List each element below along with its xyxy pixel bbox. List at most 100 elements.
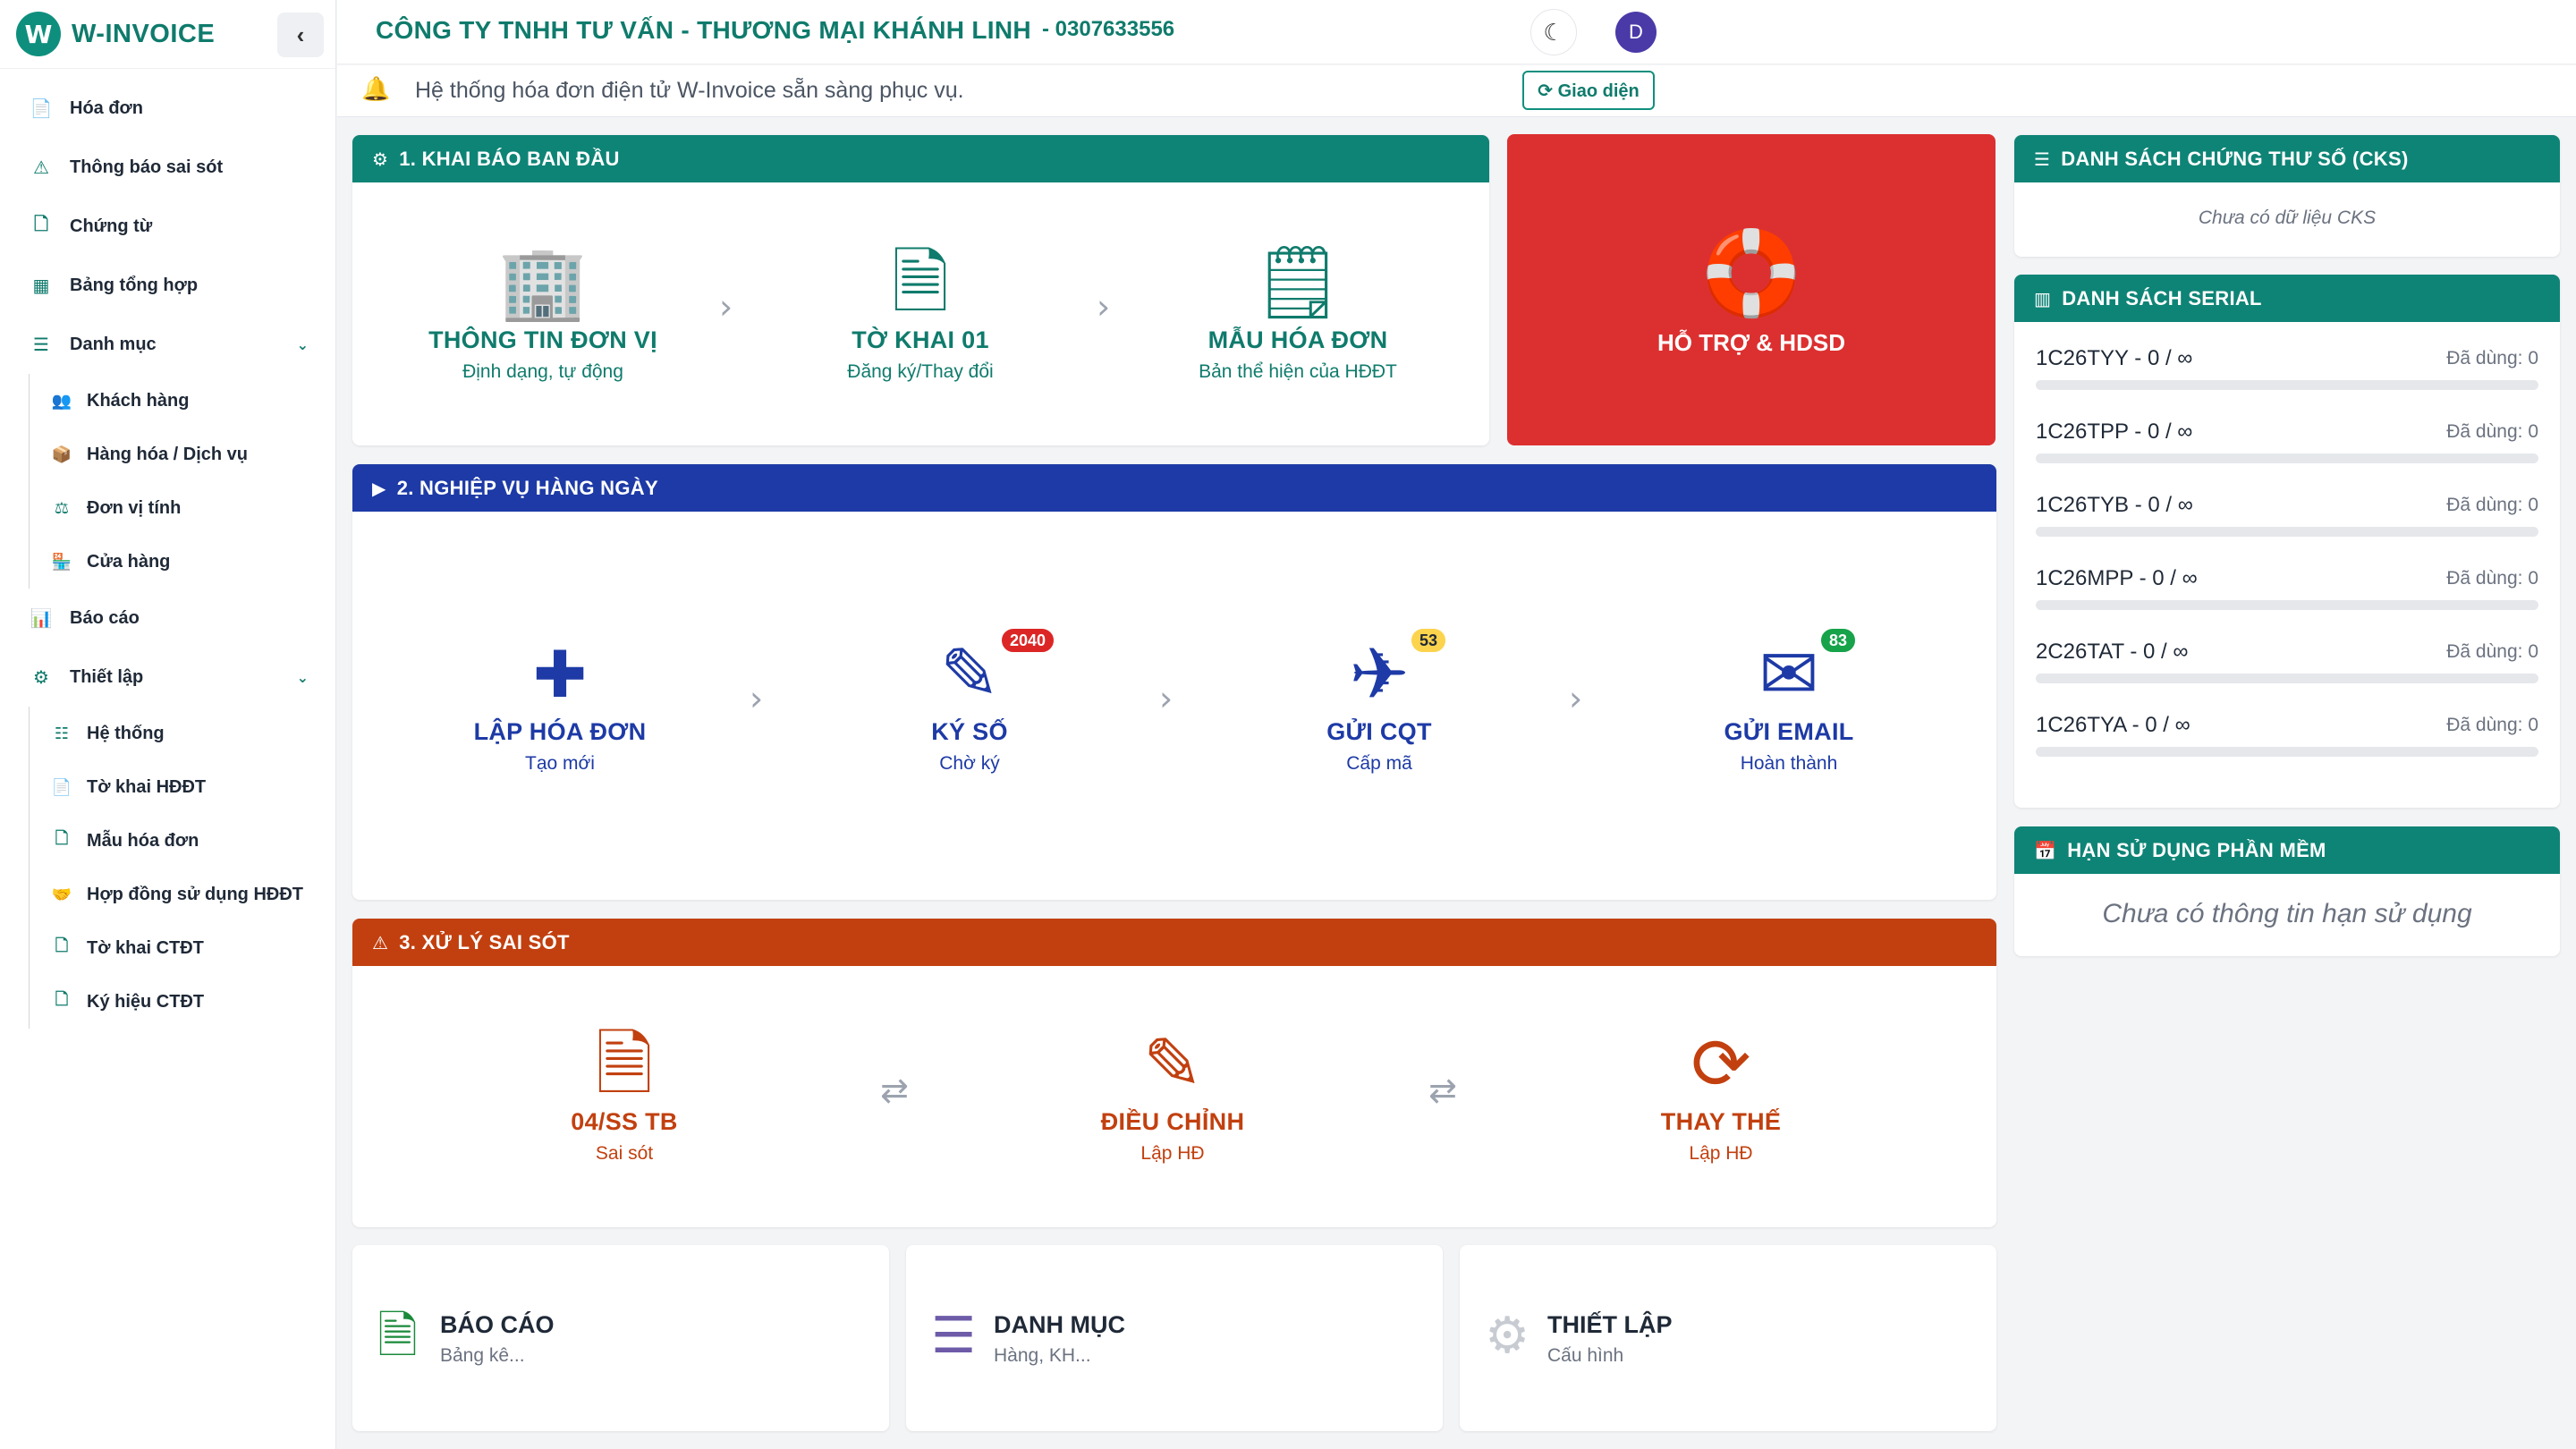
sidebar-item-label: Bảng tổng hợp xyxy=(70,275,199,295)
section-title: HẠN SỬ DỤNG PHẦN MỀM xyxy=(2067,838,2326,861)
step-subtitle: Lập HĐ xyxy=(1140,1143,1205,1164)
step-subtitle: Định dạng, tự động xyxy=(462,361,623,382)
quick-card-danh-muc[interactable]: ☰ DANH MỤC Hàng, KH... xyxy=(906,1245,1443,1431)
step-gui-cqt[interactable]: ✈ GỬI CQT Cấp mã 53 xyxy=(1245,627,1513,775)
step-title: MẪU HÓA ĐƠN xyxy=(1208,326,1388,353)
step-title: KÝ SỐ xyxy=(931,718,1008,745)
sidebar-item-label: Hợp đồng sử dụng HĐĐT xyxy=(87,884,303,904)
sidebar-item-to-khai-ctdt[interactable]: 🗋 Tờ khai CTĐT xyxy=(30,921,335,975)
notice-text: Hệ thống hóa đơn điện tử W-Invoice sẵn s… xyxy=(415,78,964,103)
sidebar-item-he-thong[interactable]: ☷ Hệ thống xyxy=(30,707,335,760)
file-icon: 🗋 xyxy=(55,936,69,955)
users-icon: 👥 xyxy=(51,391,72,411)
plus-square-icon: ✚ xyxy=(532,637,588,712)
life-ring-icon: 🛟 xyxy=(1699,225,1803,321)
company-name: CÔNG TY TNHH TƯ VẤN - THƯƠNG MẠI KHÁNH L… xyxy=(376,16,1031,44)
sent-cqt-badge: 53 xyxy=(1410,627,1448,654)
barcode-icon: ▥ xyxy=(2034,287,2052,309)
sidebar-item-bao-cao[interactable]: 📊 Báo cáo xyxy=(0,589,335,648)
sidebar-item-to-khai-hddt[interactable]: 📄 Tờ khai HĐĐT xyxy=(30,760,335,814)
step-title: THÔNG TIN ĐƠN VỊ xyxy=(428,326,657,353)
serial-used: Đã dùng: 0 xyxy=(2446,348,2538,369)
section-title: 2. NGHIỆP VỤ HÀNG NGÀY xyxy=(396,476,658,499)
cks-empty-text: Chưa có dữ liệu CKS xyxy=(2198,208,2377,228)
sidebar-collapse-button[interactable]: ‹ xyxy=(277,13,324,57)
serial-row: 1C26TYA - 0 / ∞ Đã dùng: 0 xyxy=(2036,713,2538,757)
step-mau-hoa-don[interactable]: 🗒 MẪU HÓA ĐƠN Bản thể hiện của HĐĐT xyxy=(1164,242,1432,383)
quick-subtitle: Hàng, KH... xyxy=(994,1345,1091,1366)
sidebar-item-ky-hieu-ctdt[interactable]: 🗋 Ký hiệu CTĐT xyxy=(30,975,335,1029)
step-title: GỬI EMAIL xyxy=(1724,718,1854,745)
step-subtitle: Hoàn thành xyxy=(1740,753,1838,774)
step-thay-the[interactable]: ⟳ THAY THẾ Lập HĐ xyxy=(1587,1024,1855,1165)
table-icon: ▦ xyxy=(32,275,50,296)
serial-used: Đã dùng: 0 xyxy=(2446,641,2538,662)
support-card[interactable]: 🛟 HỖ TRỢ & HDSD xyxy=(1507,134,1996,445)
sidebar: W W-INVOICE ‹ 📄 Hóa đơn ⚠ Thông báo sai só… xyxy=(0,0,336,1449)
sidebar-item-khach-hang[interactable]: 👥 Khách hàng xyxy=(30,374,335,428)
file-lines-icon: 🗎 xyxy=(891,241,950,324)
sidebar-item-chung-tu[interactable]: 🗋 Chứng từ xyxy=(0,197,335,256)
sidebar-item-thiet-lap[interactable]: ⚙ Thiết lập ⌄ xyxy=(0,648,335,707)
quick-title: DANH MỤC xyxy=(994,1311,1125,1338)
quick-card-thiet-lap[interactable]: ⚙ THIẾT LẬP Cấu hình xyxy=(1460,1245,1996,1431)
serial-row: 2C26TAT - 0 / ∞ Đã dùng: 0 xyxy=(2036,640,2538,683)
user-avatar[interactable]: D xyxy=(1615,12,1657,53)
sidebar-item-label: Đơn vị tính xyxy=(87,497,182,518)
sidebar-item-label: Thông báo sai sót xyxy=(70,157,224,177)
sidebar-item-label: Mẫu hóa đơn xyxy=(87,830,199,851)
step-04-ss-tb[interactable]: 🗎 04/SS TB Sai sót xyxy=(490,1024,758,1165)
serial-row: 1C26TYB - 0 / ∞ Đã dùng: 0 xyxy=(2036,493,2538,537)
theme-button[interactable]: ⟳ Giao diện xyxy=(1522,71,1655,110)
moon-icon: ☾ xyxy=(1543,18,1564,46)
serial-row: 1C26MPP - 0 / ∞ Đã dùng: 0 xyxy=(2036,566,2538,610)
step-lap-hoa-don[interactable]: ✚ LẬP HÓA ĐƠN Tạo mới xyxy=(426,634,694,775)
sidebar-item-thong-bao-sai-sot[interactable]: ⚠ Thông báo sai sót xyxy=(0,138,335,197)
sidebar-item-label: Tờ khai CTĐT xyxy=(87,937,204,958)
boxes-icon: 📦 xyxy=(51,445,72,464)
file-icon: 📄 xyxy=(51,777,72,797)
quick-card-bao-cao[interactable]: 🗎 BÁO CÁO Bảng kê... xyxy=(352,1245,889,1431)
sidebar-item-danh-muc[interactable]: ☰ Danh mục ⌄ xyxy=(0,315,335,374)
sidebar-item-don-vi-tinh[interactable]: ⚖ Đơn vị tính xyxy=(30,481,335,535)
section-title: 3. XỬ LÝ SAI SÓT xyxy=(399,930,570,953)
sidebar-item-mau-hoa-don[interactable]: 🗋 Mẫu hóa đơn xyxy=(30,814,335,868)
gears-icon: ⚙ xyxy=(1485,1307,1530,1365)
sidebar-item-hoa-don[interactable]: 📄 Hóa đơn xyxy=(0,79,335,138)
sidebar-item-cua-hang[interactable]: 🏪 Cửa hàng xyxy=(30,535,335,589)
warning-icon: ⚠ xyxy=(372,931,389,953)
serial-progress-bar xyxy=(2036,600,2538,610)
section-title: 1. KHAI BÁO BAN ĐẦU xyxy=(399,147,620,170)
step-ky-so[interactable]: ✎ KÝ SỐ Chờ ký 2040 xyxy=(835,627,1104,775)
play-circle-icon: ▶ xyxy=(372,477,386,499)
serial-progress-bar xyxy=(2036,747,2538,757)
calendar-icon: 📅 xyxy=(2034,839,2057,861)
chevron-down-icon: ⌄ xyxy=(296,668,309,686)
chevron-right-icon: › xyxy=(1569,679,1583,718)
warning-icon: ⚠ xyxy=(33,157,49,178)
step-title: THAY THẾ xyxy=(1660,1108,1782,1135)
section-header: ⚠ 3. XỬ LÝ SAI SÓT xyxy=(352,919,1996,966)
step-gui-email[interactable]: ✉ GỬI EMAIL Hoàn thành 83 xyxy=(1655,627,1923,775)
gears-icon: ⚙ xyxy=(33,666,49,688)
step-to-khai-01[interactable]: 🗎 TỜ KHAI 01 Đăng ký/Thay đổi xyxy=(786,242,1055,383)
file-excel-icon: 🗎 xyxy=(377,1307,419,1365)
step-thong-tin-don-vi[interactable]: 🏢 THÔNG TIN ĐƠN VỊ Định dạng, tự động xyxy=(409,242,677,383)
sidebar-item-label: Cửa hàng xyxy=(87,551,171,572)
chevron-right-icon: › xyxy=(750,679,764,718)
sidebar-item-bang-tong-hop[interactable]: ▦ Bảng tổng hợp xyxy=(0,256,335,315)
paper-plane-icon: ✈ xyxy=(1349,632,1410,716)
step-dieu-chinh[interactable]: ✎ ĐIỀU CHỈNH Lập HĐ xyxy=(1038,1024,1307,1165)
sidebar-item-label: Thiết lập xyxy=(70,666,144,687)
chevron-right-icon: › xyxy=(1097,287,1111,326)
dark-mode-toggle-button[interactable]: ☾ xyxy=(1530,9,1577,55)
step-title: LẬP HÓA ĐƠN xyxy=(473,718,647,745)
quick-title: BÁO CÁO xyxy=(440,1311,555,1338)
sidebar-item-label: Danh mục xyxy=(70,334,157,354)
sidebar-item-hang-hoa[interactable]: 📦 Hàng hóa / Dịch vụ xyxy=(30,428,335,481)
sidebar-item-label: Khách hàng xyxy=(87,390,190,411)
step-subtitle: Bản thể hiện của HĐĐT xyxy=(1199,361,1397,382)
step-subtitle: Chờ ký xyxy=(939,753,1000,774)
sidebar-item-hop-dong[interactable]: 🤝 Hợp đồng sử dụng HĐĐT xyxy=(30,868,335,921)
sidebar-item-label: Chứng từ xyxy=(70,216,153,236)
